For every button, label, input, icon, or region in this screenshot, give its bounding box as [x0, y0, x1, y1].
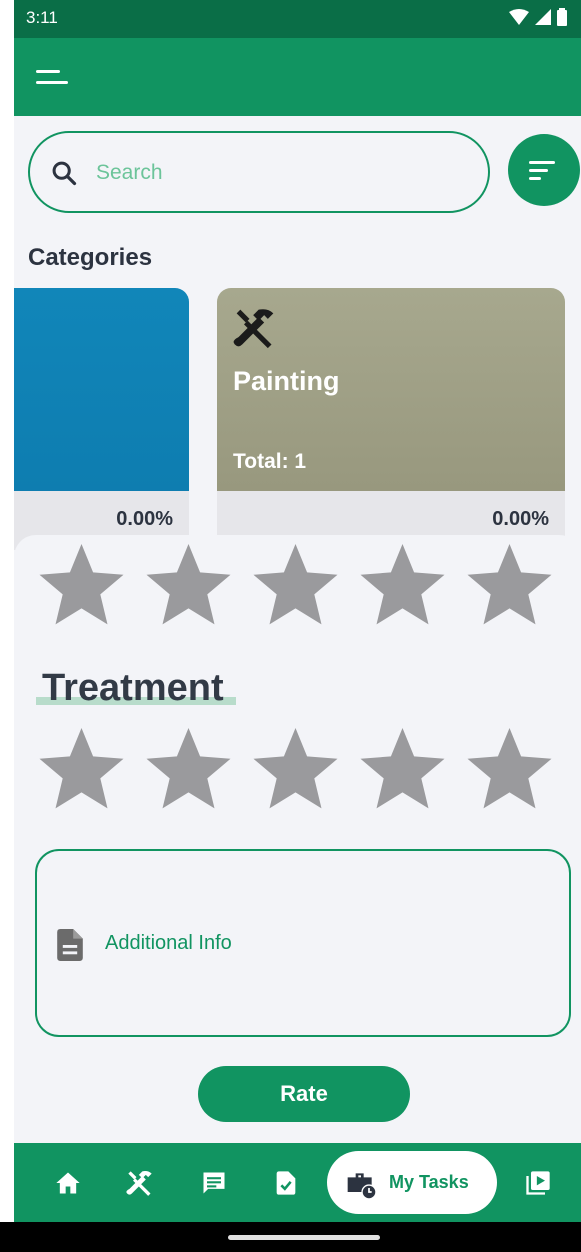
star-icon[interactable] [349, 538, 456, 634]
signal-icon [535, 9, 551, 25]
star-icon[interactable] [28, 538, 135, 634]
additional-info-field[interactable]: Additional Info [35, 849, 571, 1037]
rate-button[interactable]: Rate [198, 1066, 410, 1122]
menu-button[interactable] [32, 64, 72, 94]
document-icon [57, 929, 83, 961]
star-icon[interactable] [28, 722, 135, 818]
filter-icon-line [529, 169, 548, 172]
category-card[interactable]: 0.00% [14, 288, 189, 550]
status-icons [509, 8, 567, 26]
filter-icon-line [529, 161, 555, 164]
category-card-banner [14, 288, 189, 491]
filter-button[interactable] [508, 134, 580, 206]
additional-info-label: Additional Info [105, 932, 232, 954]
star-icon[interactable] [456, 722, 563, 818]
treatment-label: Treatment [42, 667, 224, 709]
star-icon[interactable] [349, 722, 456, 818]
menu-icon-line-long [36, 81, 68, 84]
battery-icon [557, 8, 567, 26]
search-input[interactable] [96, 155, 456, 191]
star-icon[interactable] [135, 722, 242, 818]
categories-title: Categories [28, 244, 153, 271]
chat-icon[interactable] [200, 1169, 228, 1197]
category-percent: 0.00% [116, 508, 173, 530]
task-check-icon[interactable] [272, 1169, 300, 1197]
system-gesture-area [0, 1222, 581, 1252]
nav-item-label: My Tasks [389, 1172, 469, 1192]
tools-icon[interactable] [126, 1169, 154, 1197]
star-icon[interactable] [242, 538, 349, 634]
star-rating-row [28, 538, 563, 634]
filter-icon-line [529, 177, 541, 180]
category-total: Total: 1 [233, 450, 307, 473]
video-library-icon[interactable] [524, 1169, 552, 1197]
app-bar [14, 38, 581, 116]
category-title: Painting [233, 366, 340, 396]
home-icon[interactable] [54, 1169, 82, 1197]
status-bar: 3:11 [14, 0, 581, 38]
menu-icon-line-short [36, 70, 60, 73]
search-icon [52, 161, 77, 186]
category-card-banner: Painting Total: 1 [217, 288, 565, 491]
bottom-nav: My Tasks [14, 1143, 581, 1222]
search-box[interactable] [28, 131, 490, 213]
wifi-icon [509, 9, 529, 25]
home-gesture-bar[interactable] [228, 1235, 380, 1240]
star-icon[interactable] [135, 538, 242, 634]
star-icon[interactable] [242, 722, 349, 818]
category-card-painting[interactable]: Painting Total: 1 0.00% [217, 288, 565, 550]
screen: 3:11 Categories 0.00% [0, 0, 581, 1252]
briefcase-clock-icon [347, 1173, 377, 1200]
treatment-star-rating-row [28, 722, 563, 818]
star-icon[interactable] [456, 538, 563, 634]
category-percent: 0.00% [492, 508, 549, 530]
nav-item-my-tasks[interactable]: My Tasks [327, 1151, 497, 1214]
tools-icon [233, 309, 274, 349]
status-time: 3:11 [26, 8, 58, 27]
